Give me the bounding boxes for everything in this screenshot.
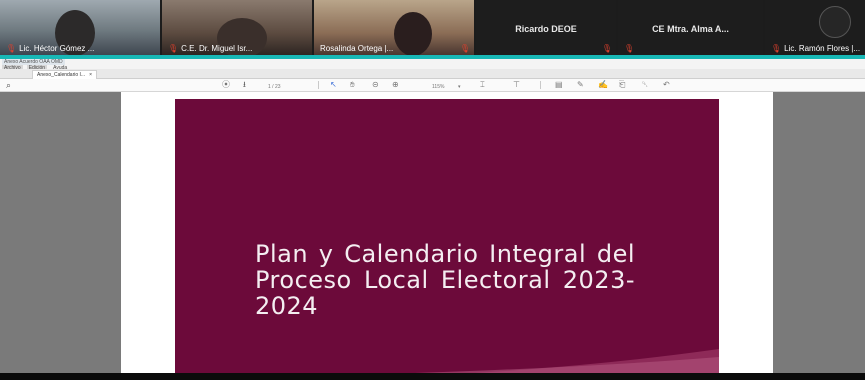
- text-tool-icon[interactable]: ⊤: [513, 80, 520, 90]
- toolbar-divider: [540, 81, 541, 89]
- mic-muted-icon: 🎙︎: [624, 44, 635, 53]
- chevron-down-icon[interactable]: ▾: [458, 82, 461, 92]
- participant-name: Lic. Ramón Flores |...: [784, 44, 861, 53]
- participant-tile-rosalinda[interactable]: Rosalinda Ortega |... 🎙︎: [314, 0, 474, 55]
- cover-decorative-swoosh: [175, 349, 719, 373]
- comment-icon[interactable]: ▤: [555, 80, 563, 90]
- participant-label: 🎙︎ C.E. Dr. Miguel Isr...: [168, 44, 252, 53]
- signature-icon[interactable]: ✍: [598, 80, 608, 90]
- participant-tile-alma[interactable]: CE Mtra. Alma A... 🎙︎: [618, 0, 763, 55]
- participant-tile-ramon[interactable]: 🎙︎ Lic. Ramón Flores |...: [765, 0, 865, 55]
- screen-bottom-border: [0, 373, 865, 380]
- highlight-pen-icon[interactable]: ✎: [577, 80, 584, 90]
- mic-muted-icon: 🎙︎: [6, 44, 17, 53]
- participant-name: Rosalinda Ortega |...: [320, 44, 394, 53]
- page-down-icon[interactable]: ⭳: [243, 80, 246, 90]
- search-icon[interactable]: ⌕: [6, 80, 11, 90]
- document-title: Plan y Calendario Integral del Proceso L…: [255, 240, 635, 320]
- video-participants-strip: 🎙︎ Lic. Héctor Gómez ... 🎙︎ C.E. Dr. Mig…: [0, 0, 865, 55]
- participant-tile-hector[interactable]: 🎙︎ Lic. Héctor Gómez ...: [0, 0, 160, 55]
- participant-avatar: [819, 6, 851, 38]
- close-tab-icon[interactable]: ×: [89, 72, 92, 78]
- participant-label: 🎙︎ Lic. Ramón Flores |...: [771, 44, 860, 53]
- participant-name: Ricardo DEOE: [515, 24, 577, 34]
- mic-muted-icon: 🎙︎: [459, 44, 470, 53]
- document-tab[interactable]: Anexo_Calendario I... ×: [32, 70, 98, 79]
- participant-name: Lic. Héctor Gómez ...: [19, 44, 95, 53]
- participant-tile-ricardo[interactable]: Ricardo DEOE 🎙︎: [476, 0, 616, 55]
- zoom-level-select[interactable]: 115%: [432, 82, 444, 92]
- cover-panel: Plan y Calendario Integral del Proceso L…: [175, 99, 719, 373]
- stamp-icon[interactable]: ⎗: [619, 80, 625, 90]
- zoom-in-icon[interactable]: ⊕: [392, 80, 399, 90]
- fit-page-icon[interactable]: ⌶: [480, 80, 485, 90]
- pdf-viewer-chrome: Anexo Acuerdo OAA OMD Archivo Edición Ay…: [0, 59, 865, 92]
- participant-name: CE Mtra. Alma A...: [652, 24, 729, 34]
- select-cursor-icon[interactable]: ↖: [330, 80, 337, 90]
- zoom-out-icon[interactable]: ⊝: [372, 80, 379, 90]
- document-viewer[interactable]: Plan y Calendario Integral del Proceso L…: [0, 92, 865, 373]
- undo-icon[interactable]: ↶: [663, 80, 670, 90]
- page-indicator[interactable]: 1 / 23: [268, 82, 281, 92]
- hand-tool-icon[interactable]: ✋︎: [350, 80, 355, 90]
- page-up-icon[interactable]: ⦿: [222, 80, 230, 90]
- participant-name: C.E. Dr. Miguel Isr...: [181, 44, 253, 53]
- participant-label: Rosalinda Ortega |...: [320, 44, 393, 53]
- participant-video-figure: [394, 12, 432, 55]
- participant-tile-miguel[interactable]: 🎙︎ C.E. Dr. Miguel Isr...: [162, 0, 312, 55]
- participant-label: 🎙︎ Lic. Héctor Gómez ...: [6, 44, 94, 53]
- document-tab-label: Anexo_Calendario I...: [37, 72, 86, 78]
- mic-muted-icon: 🎙︎: [601, 44, 612, 53]
- mic-muted-icon: 🎙︎: [168, 44, 179, 53]
- pdf-toolbar: ⌕ ⦿ ⭳ 1 / 23 ↖ ✋︎ ⊝ ⊕ 115% ▾ ⌶ ⊤ ▤ ✎ ✍ ⎗…: [0, 79, 865, 92]
- pdf-page: Plan y Calendario Integral del Proceso L…: [121, 92, 773, 373]
- document-tab-row: Anexo_Calendario I... ×: [0, 69, 865, 79]
- mic-muted-icon: 🎙︎: [771, 44, 782, 53]
- delete-icon[interactable]: ␡: [642, 80, 648, 90]
- toolbar-divider: [318, 81, 319, 89]
